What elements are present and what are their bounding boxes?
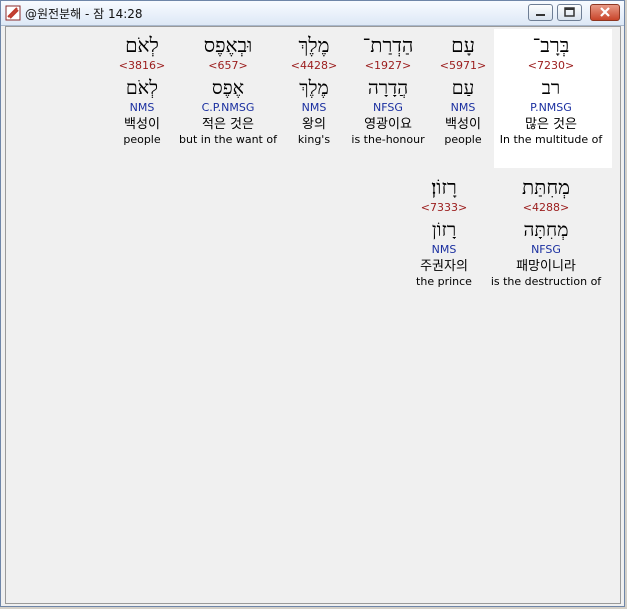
english-gloss: In the multitude of [499,133,603,146]
english-gloss: people [123,133,161,146]
english-gloss: king's [297,133,331,146]
parse-code: NMS [450,101,476,114]
strong-number[interactable]: <3816> [119,59,165,73]
parse-code: NFSG [373,101,403,114]
hebrew-word: לְאֹם [125,33,159,57]
word-block[interactable]: בְּרָב־ <7230> רב P.NMSG 많은 것은 In the mu… [500,31,603,147]
hebrew-lemma: לְאֹם [125,77,159,99]
parse-code: NMS [129,101,155,114]
hebrew-word: הַדְרַת־ [362,33,414,57]
parse-code: NFSG [531,243,561,256]
hebrew-lemma: אֶפֶס [211,77,245,99]
word-block[interactable]: לְאֹם <3816> לְאֹם NMS 백성이 people [119,31,165,147]
minimize-icon [536,14,545,16]
korean-gloss: 왕의 [302,117,326,132]
korean-gloss: 많은 것은 [525,117,577,132]
strong-number[interactable]: <7333> [416,201,472,215]
hebrew-lemma: מְחִתָּה [523,219,569,241]
word-block[interactable]: עָם <5971> עַם NMS 백성이 people [440,31,486,147]
english-gloss: but in the want of [179,133,277,146]
hebrew-word: מְחִתַּת [521,175,571,199]
strong-number[interactable]: <7230> [500,59,603,73]
hebrew-word: עָם [451,33,475,57]
hebrew-word: מֶלֶךְ [298,33,330,57]
content-area[interactable]: בְּרָב־ <7230> רב P.NMSG 많은 것은 In the mu… [5,26,621,604]
korean-gloss: 패망이니라 [516,259,576,274]
english-gloss: is the destruction of [490,275,602,288]
korean-gloss: 적은 것은 [202,117,254,132]
word-block[interactable]: הַדְרַת־ <1927> הֲדָרָה NFSG 영광이요 is the… [351,31,424,147]
parse-code: NMS [431,243,457,256]
parse-code: C.P.NMSG [201,101,255,114]
maximize-button[interactable] [557,4,582,21]
hebrew-lemma: רב [541,77,561,99]
hebrew-lemma: עַם [451,77,475,99]
app-icon [5,5,21,21]
parse-code: P.NMSG [530,101,572,114]
hebrew-word: בְּרָב־ [532,33,570,57]
hebrew-lemma: מֶלֶךְ [299,77,329,99]
parse-code: NMS [301,101,327,114]
word-block[interactable]: מְחִתַּת <4288> מְחִתָּה NFSG 패망이니라 is t… [491,173,601,289]
english-gloss: is the-honour [351,133,425,146]
korean-gloss: 백성이 [445,117,481,132]
app-window: @원전분해 - 잠 14:28 בְּרָב־ <7230> רב P.NMSG… [0,0,625,607]
word-block[interactable]: וּבְאֶפֶס <657> אֶפֶס C.P.NMSG 적은 것은 but… [179,31,277,147]
korean-gloss: 영광이요 [364,117,412,132]
hebrew-word: וּבְאֶפֶס [203,33,253,57]
maximize-icon [564,7,575,17]
strong-number[interactable]: <4428> [291,59,337,73]
hebrew-word: רָזוֹן׃ [431,175,457,199]
hebrew-lemma: רָזוֹן [431,219,457,241]
strong-number[interactable]: <657> [179,59,277,73]
english-gloss: the prince [416,275,472,288]
title-bar[interactable]: @원전분해 - 잠 14:28 [1,1,624,26]
window-title: @원전분해 - 잠 14:28 [25,7,143,21]
hebrew-lemma: הֲדָרָה [367,77,409,99]
korean-gloss: 백성이 [124,117,160,132]
strong-number[interactable]: <4288> [491,201,601,215]
minimize-button[interactable] [528,4,553,21]
word-block[interactable]: מֶלֶךְ <4428> מֶלֶךְ NMS 왕의 king's [291,31,337,147]
strong-number[interactable]: <5971> [440,59,486,73]
word-block[interactable]: רָזוֹן׃ <7333> רָזוֹן NMS 주권자의 the princ… [416,173,472,289]
close-button[interactable] [590,4,620,21]
english-gloss: people [444,133,482,146]
korean-gloss: 주권자의 [420,259,468,274]
strong-number[interactable]: <1927> [351,59,424,73]
close-icon [600,7,610,17]
